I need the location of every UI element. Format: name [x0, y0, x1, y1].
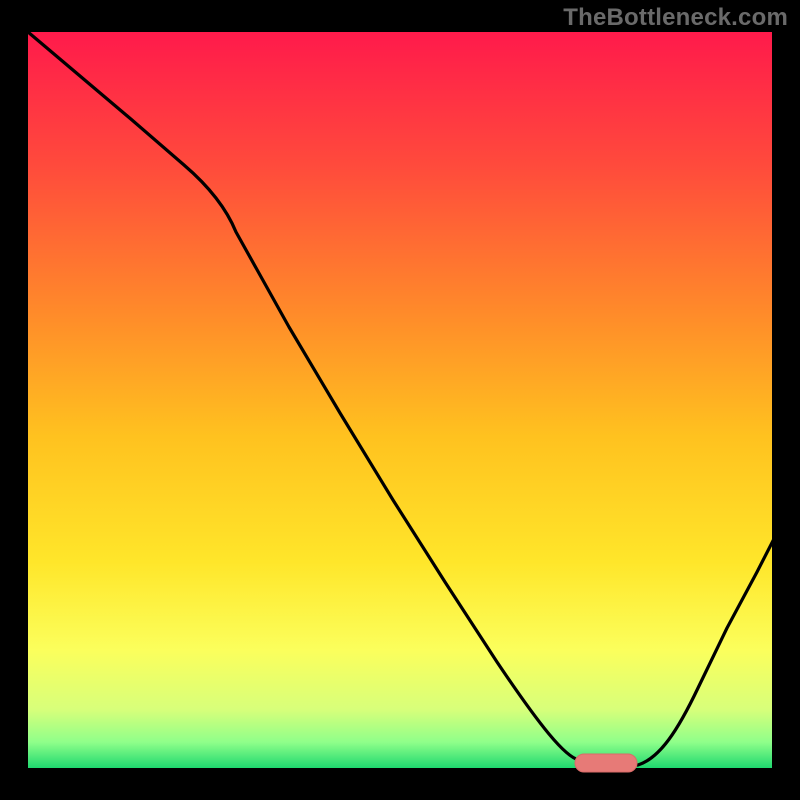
chart-svg: [0, 0, 800, 800]
plot-area-group: [28, 32, 800, 772]
optimum-marker: [575, 754, 637, 772]
plot-background: [28, 32, 772, 768]
chart-stage: TheBottleneck.com: [0, 0, 800, 800]
watermark-text: TheBottleneck.com: [563, 4, 788, 32]
